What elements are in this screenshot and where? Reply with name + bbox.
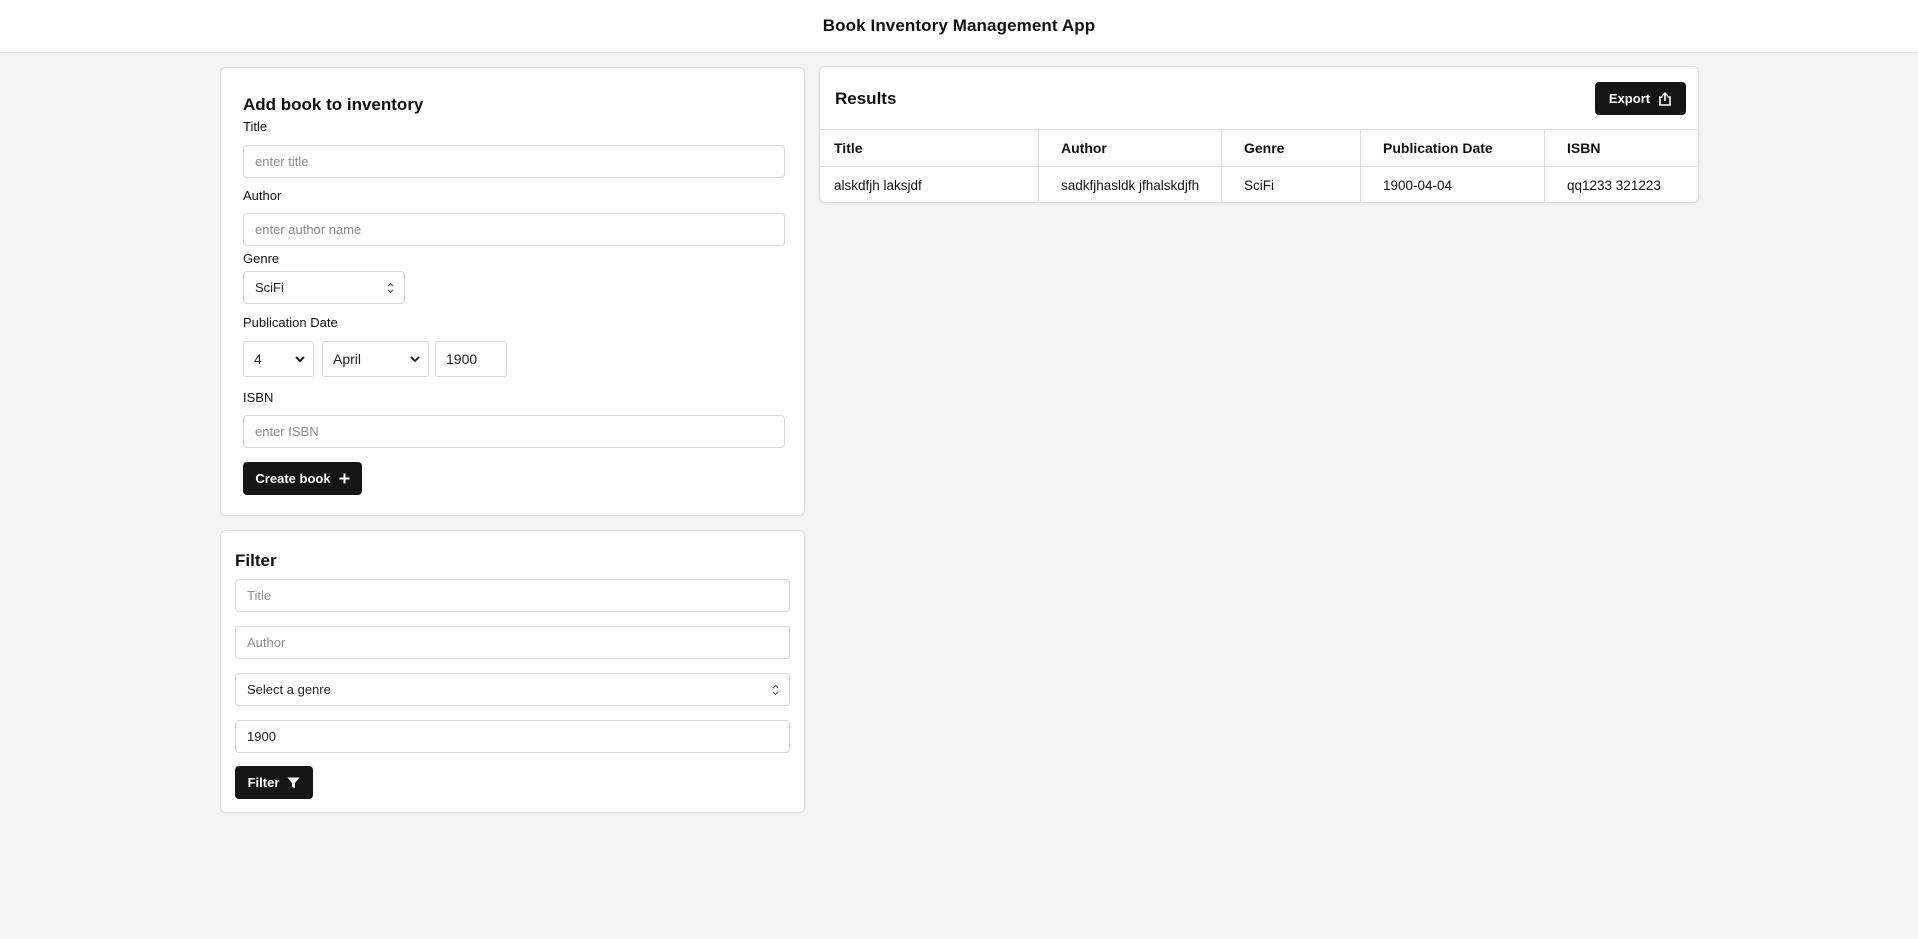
year-input-value: 1900	[446, 351, 478, 367]
add-book-card: Add book to inventory Title Author Genre…	[220, 67, 805, 516]
cell-author-text: sadkfjhasldk jfhalskdjfh	[1061, 177, 1200, 193]
cell-title: alskdfjh laksjdf	[820, 167, 1039, 203]
results-heading: Results	[835, 89, 897, 108]
month-select-value: April	[333, 351, 362, 367]
isbn-input[interactable]	[243, 415, 785, 448]
table-row[interactable]: alskdfjh laksjdf sadkfjhasldk jfhalskdjf…	[820, 167, 1698, 203]
filter-title-input[interactable]	[235, 579, 790, 612]
filter-heading: Filter	[235, 551, 277, 570]
author-input[interactable]	[243, 213, 785, 246]
export-button-label: Export	[1608, 91, 1651, 106]
chevron-down-icon	[295, 356, 305, 363]
publication-date-label: Publication Date	[243, 315, 338, 330]
app-title: Book Inventory Management App	[822, 16, 1096, 35]
filter-genre-select[interactable]: Select a genre	[235, 673, 790, 706]
genre-select-value: SciFi	[255, 280, 284, 295]
day-select[interactable]: 4	[243, 341, 314, 377]
create-book-button[interactable]: Create book	[243, 462, 362, 495]
filter-genre-placeholder: Select a genre	[247, 682, 331, 697]
share-export-icon	[1659, 91, 1671, 106]
plus-icon	[339, 473, 350, 484]
genre-label: Genre	[243, 251, 280, 266]
author-label: Author	[243, 188, 282, 203]
filter-button[interactable]: Filter	[235, 766, 313, 799]
cell-author: sadkfjhasldk jfhalskdjfh	[1039, 167, 1222, 203]
column-header-title[interactable]: Title	[820, 130, 1039, 166]
column-header-isbn[interactable]: ISBN	[1545, 130, 1698, 166]
filter-button-label: Filter	[247, 775, 280, 790]
title-input[interactable]	[243, 145, 785, 178]
filter-card: Filter Select a genre 1900 Filter	[220, 530, 805, 813]
chevron-up-down-icon	[772, 684, 779, 695]
column-header-author[interactable]: Author	[1039, 130, 1222, 166]
table-header-row: Title Author Genre Publication Date ISBN	[820, 130, 1698, 167]
create-book-label: Create book	[255, 471, 331, 486]
add-book-heading: Add book to inventory	[243, 95, 424, 114]
results-card: Results Export Title Author Genre Public…	[819, 66, 1699, 203]
title-label: Title	[243, 119, 268, 134]
filter-author-input[interactable]	[235, 626, 790, 659]
genre-select[interactable]: SciFi	[243, 271, 405, 304]
column-header-genre[interactable]: Genre	[1222, 130, 1361, 166]
app-header: Book Inventory Management App	[0, 0, 1918, 53]
cell-genre: SciFi	[1222, 167, 1361, 203]
day-select-value: 4	[254, 351, 262, 367]
cell-isbn: qq1233 321223	[1567, 177, 1661, 193]
filter-year-input[interactable]: 1900	[235, 720, 790, 753]
funnel-icon	[287, 777, 300, 788]
export-button[interactable]: Export	[1595, 82, 1686, 115]
chevron-down-icon	[410, 356, 420, 363]
chevron-up-down-icon	[387, 282, 394, 293]
isbn-label: ISBN	[243, 390, 274, 405]
filter-year-value: 1900	[247, 729, 276, 744]
cell-publication-date: 1900-04-04	[1361, 167, 1545, 203]
month-select[interactable]: April	[322, 341, 429, 377]
year-input[interactable]: 1900	[435, 341, 507, 377]
column-header-publication-date[interactable]: Publication Date	[1361, 130, 1545, 166]
